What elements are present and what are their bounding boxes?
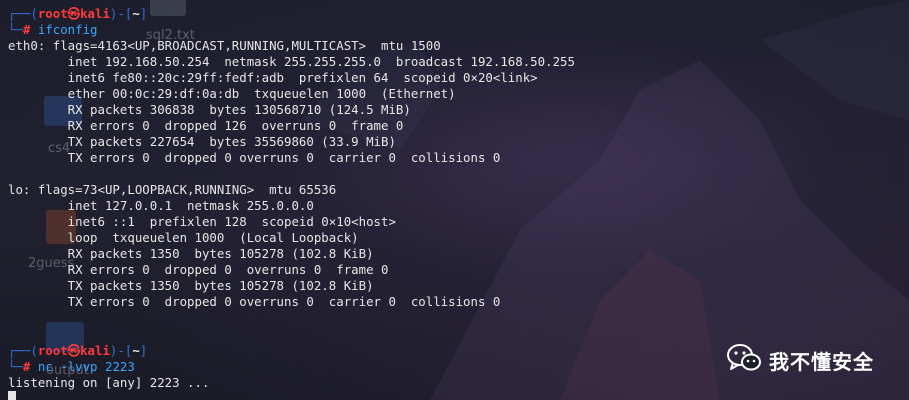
command-text: nc -lvvp 2223 [37,359,135,374]
output-line: TX errors 0 dropped 0 overruns 0 carrier… [8,294,501,309]
prompt-frame: └─ [8,359,23,374]
prompt-frame: )-[ [109,6,133,21]
prompt-hash: # [22,359,38,374]
output-line: TX packets 1350 bytes 105278 (102.8 KiB) [8,278,374,293]
desktop-screen: sql2.txt cs4 2guess output ┌──(root㉿kali… [0,0,909,400]
prompt-line-top: ┌──(root㉿kali)-[~] [8,343,147,359]
output-line: RX errors 0 dropped 126 overruns 0 frame… [8,118,404,133]
output-line: TX errors 0 dropped 0 overruns 0 carrier… [8,150,501,165]
prompt-frame: ┌──( [8,6,38,21]
output-line: loop txqueuelen 1000 (Local Loopback) [8,230,359,245]
output-line: listening on [any] 2223 ... [8,375,210,390]
output-line: inet6 ::1 prefixlen 128 scopeid 0×10<hos… [8,214,396,229]
output-line: RX errors 0 dropped 0 overruns 0 frame 0 [8,262,389,277]
prompt-user-host: root㉿kali [37,6,110,21]
output-line: TX packets 227654 bytes 35569860 (33.9 M… [8,134,396,149]
output-line: RX packets 306838 bytes 130568710 (124.5… [8,102,411,117]
prompt-cwd: ~ [132,343,140,358]
prompt-frame: ] [139,6,148,21]
wechat-icon [727,343,761,378]
prompt-frame: ] [139,343,148,358]
output-line: inet 127.0.0.1 netmask 255.0.0.0 [8,198,314,213]
watermark: 我不懂安全 [727,343,874,378]
prompt-cwd: ~ [132,6,140,21]
output-line: ether 00:0c:29:df:0a:db txqueuelen 1000 … [8,86,456,101]
output-line: RX packets 1350 bytes 105278 (102.8 KiB) [8,246,374,261]
output-line: inet6 fe80::20c:29ff:fedf:adb prefixlen … [8,70,538,85]
output-line: eth0: flags=4163<UP,BROADCAST,RUNNING,MU… [8,38,441,53]
prompt-frame: ┌──( [8,343,38,358]
prompt-line-top: ┌──(root㉿kali)-[~] [8,6,147,22]
prompt-user-host: root㉿kali [37,343,110,358]
output-line: lo: flags=73<UP,LOOPBACK,RUNNING> mtu 65… [8,182,337,197]
terminal-window[interactable]: ┌──(root㉿kali)-[~] └─# ifconfig eth0: fl… [0,0,909,400]
command-text: ifconfig [37,22,98,37]
watermark-text: 我不懂安全 [769,350,874,374]
prompt-line-command: └─# ifconfig [8,22,98,38]
prompt-hash: # [22,22,38,37]
prompt-line-command: └─# nc -lvvp 2223 [8,359,135,375]
prompt-frame: )-[ [109,343,133,358]
output-line: inet 192.168.50.254 netmask 255.255.255.… [8,54,575,69]
terminal-cursor [8,391,16,400]
prompt-frame: └─ [8,22,23,37]
